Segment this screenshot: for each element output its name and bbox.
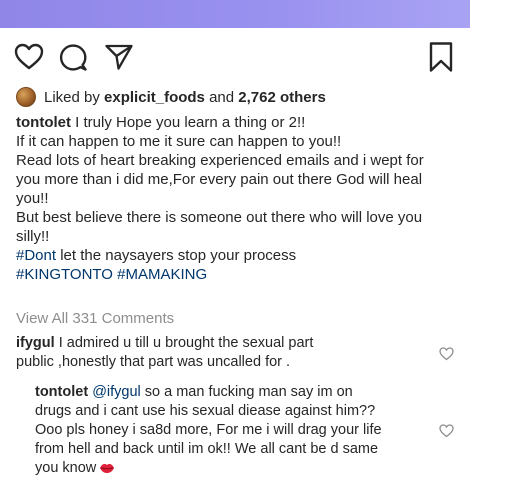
comment-item: ifygul I admired u till u brought the se… [16,334,436,372]
comment-like-heart-icon[interactable] [439,424,454,438]
comment-like-heart-icon[interactable] [439,347,454,361]
hashtag-link[interactable]: #Dont [16,247,56,264]
caption-line: you!! [16,190,49,207]
caption-line: I truly Hope you learn a thing or 2!! [75,114,306,131]
comment-icon[interactable] [58,43,88,73]
caption-line: let the naysayers stop your process [60,247,297,264]
kiss-lips-icon [100,464,115,473]
reply-comment-item: tontolet @ifygul so a man fucking man sa… [35,383,435,478]
liked-by-prefix: Liked by [44,88,100,106]
send-icon[interactable] [104,43,134,71]
comment-text: so a man fucking man say im on [144,384,353,400]
comment-text: Ooo pls honey i sa8d more, For me i will… [35,422,382,438]
caption-line: you more than i did me,For every pain ou… [16,171,423,188]
caption-line: But best believe there is someone out th… [16,209,423,226]
caption-line: Read lots of heart breaking experienced … [16,152,424,169]
comment-text: drugs and i cant use his sexual diease a… [35,403,376,419]
likes-count-link[interactable]: 2,762 others [238,89,326,106]
post-action-bar [0,40,506,76]
comment-text: from hell and back until im ok!! We all … [35,441,379,457]
post-caption: tontolet I truly Hope you learn a thing … [16,113,486,284]
comment-text: public ,honestly that part was uncalled … [16,354,291,370]
likes-summary: Liked by explicit_foods and 2,762 others [16,86,326,108]
comment-text: you know [35,460,97,476]
liker-avatar[interactable] [16,87,36,107]
header-gradient-strip [0,0,470,28]
mention-link[interactable]: @ifygul [92,384,141,400]
hashtag-link[interactable]: #KINGTONTO [16,266,113,283]
liked-by-conjunction: and [209,88,235,106]
comment-username[interactable]: tontolet [35,384,88,400]
comment-username[interactable]: ifygul [16,335,55,351]
comment-text: I admired u till u brought the sexual pa… [58,335,314,351]
heart-icon[interactable] [14,43,44,71]
caption-line: silly!! [16,228,50,245]
caption-username[interactable]: tontolet [16,114,71,131]
liker-username[interactable]: explicit_foods [104,89,205,106]
bookmark-icon[interactable] [428,41,454,73]
view-all-comments-link[interactable]: View All 331 Comments [16,310,174,327]
hashtag-link[interactable]: #MAMAKING [117,266,207,283]
caption-line: If it can happen to me it sure can happe… [16,133,342,150]
